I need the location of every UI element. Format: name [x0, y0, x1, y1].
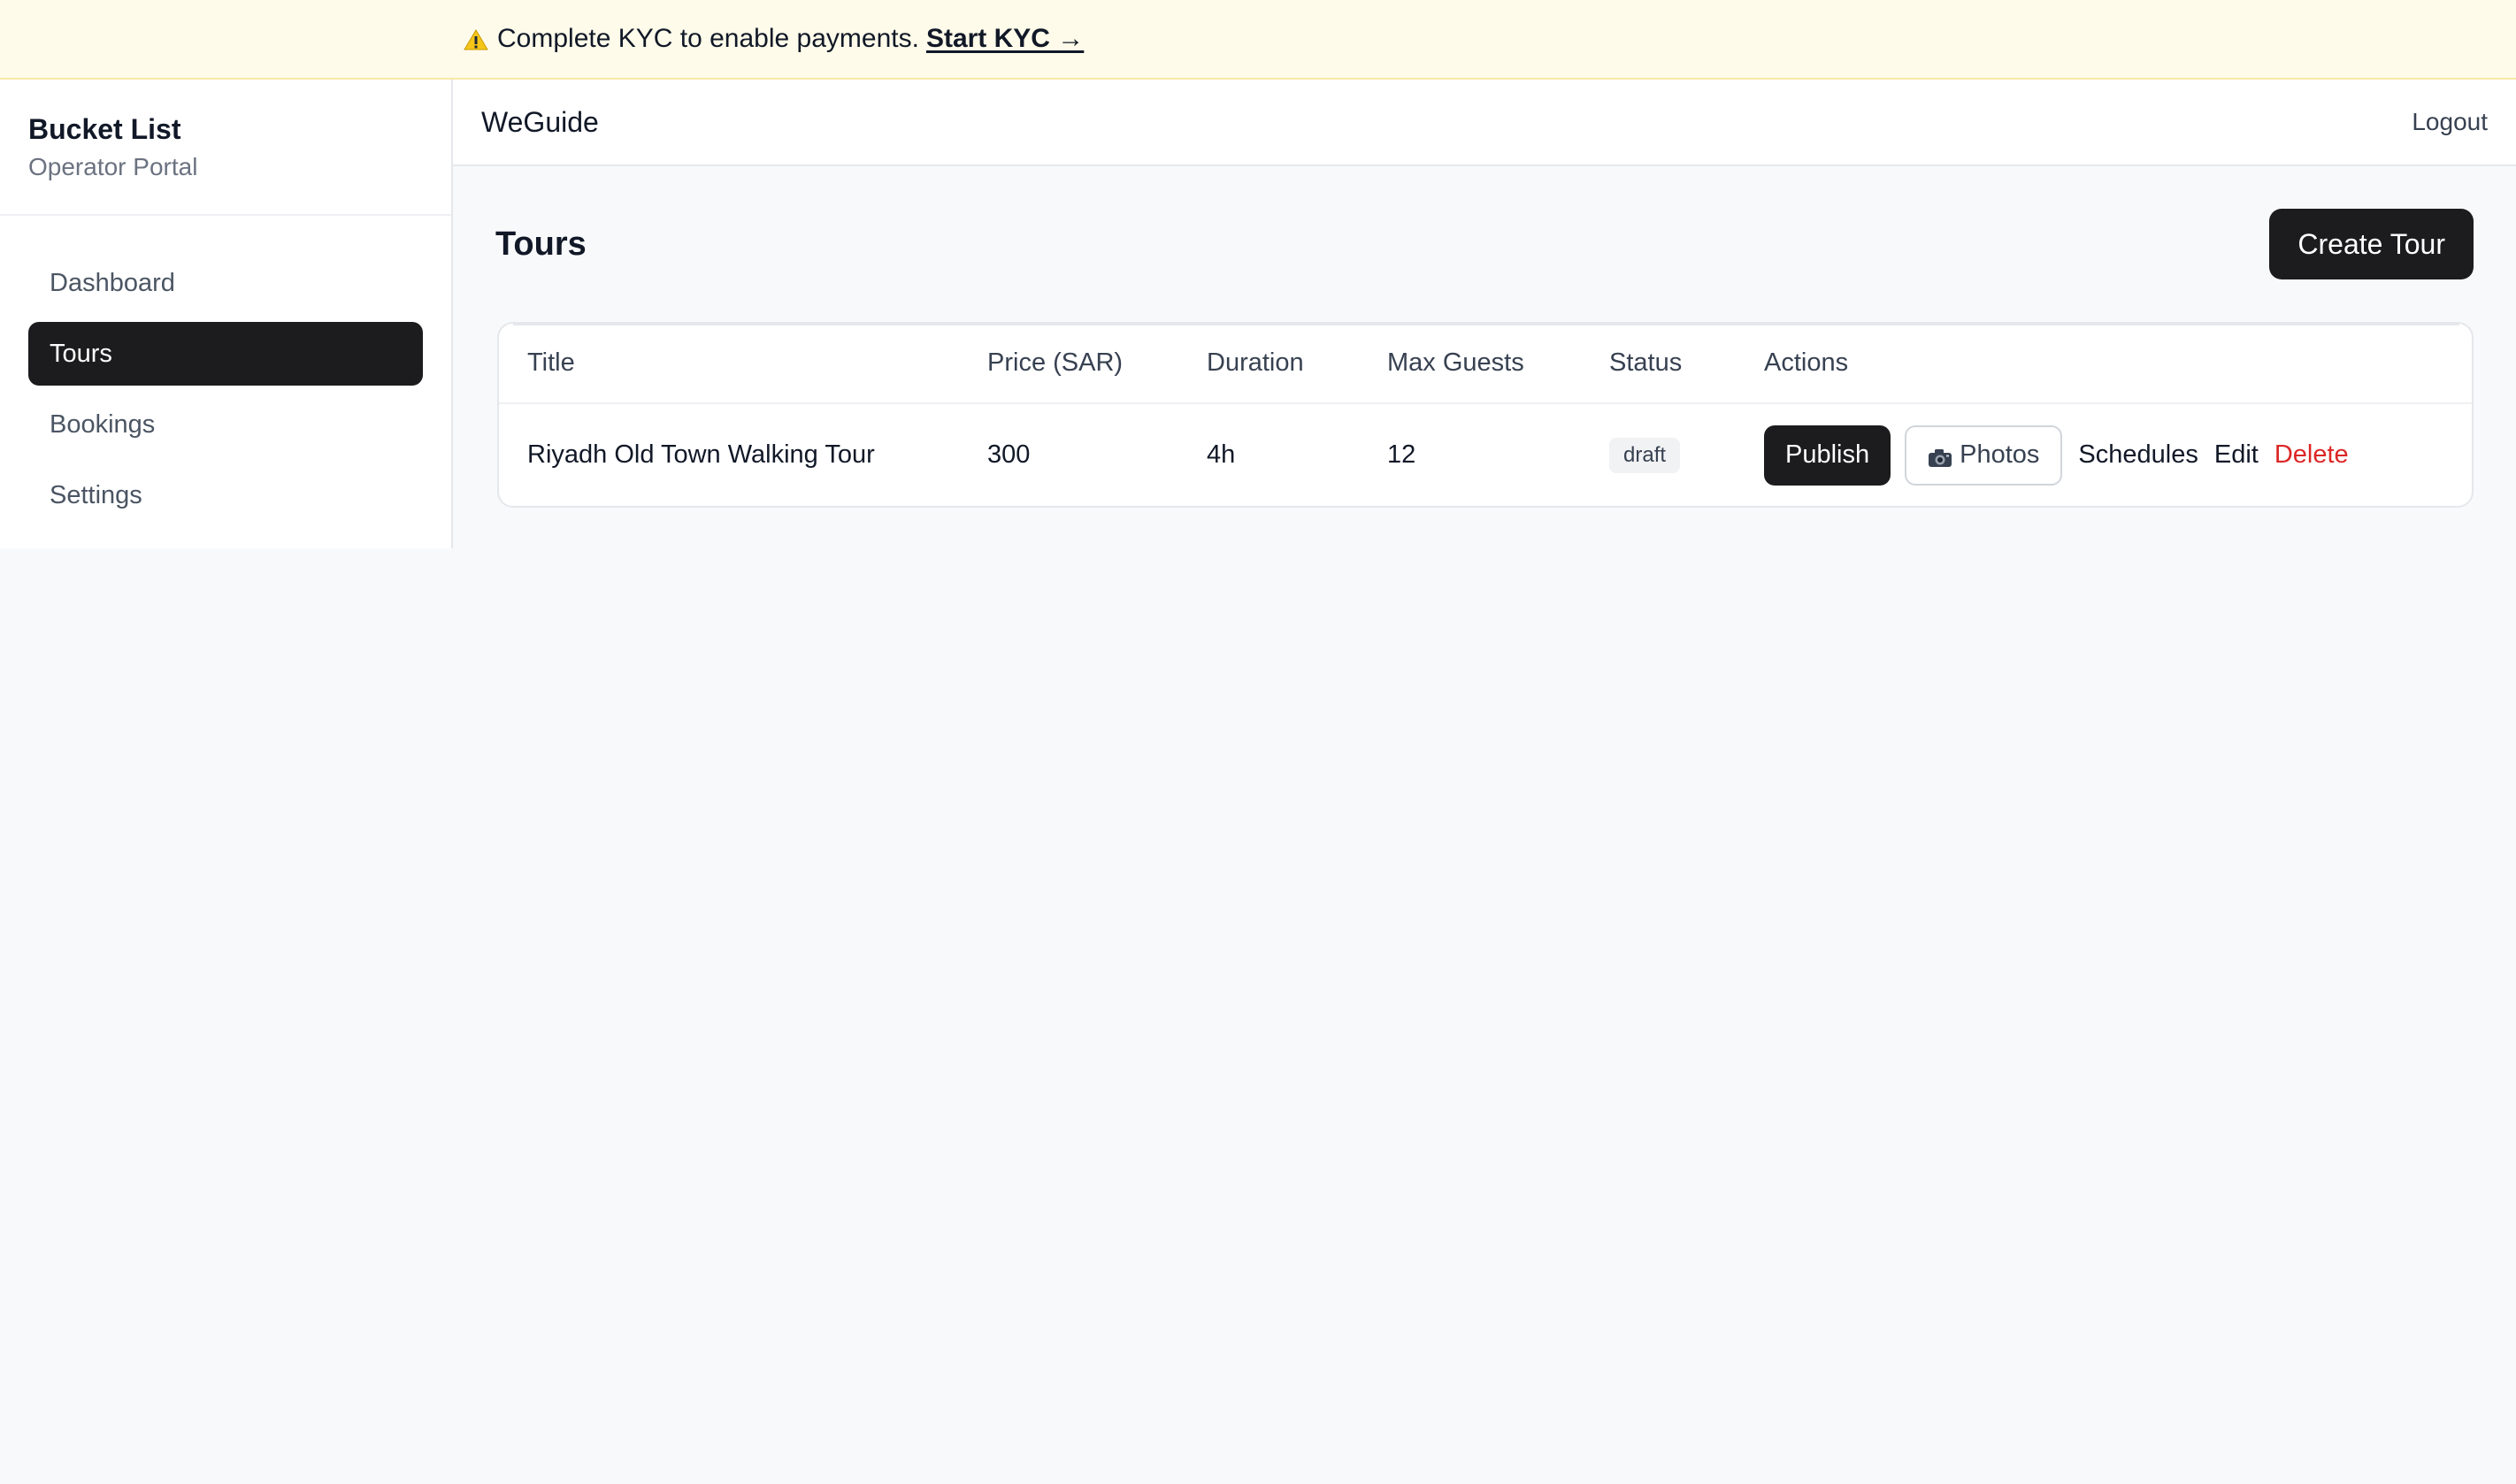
column-header-status: Status	[1581, 324, 1736, 404]
column-header-title: Title	[499, 324, 959, 404]
table-row: Riyadh Old Town Walking Tour 300 4h 12 d…	[499, 403, 2472, 506]
tour-status-cell: draft	[1581, 403, 1736, 506]
tour-max-guests-cell: 12	[1387, 440, 1416, 469]
schedules-link[interactable]: Schedules	[2078, 440, 2198, 470]
start-kyc-link[interactable]: Start KYC →	[926, 24, 1084, 54]
brand-subtitle: Operator Portal	[28, 152, 198, 180]
warning-icon	[464, 28, 488, 51]
page-header: Tours Create Tour	[495, 209, 2474, 279]
tour-actions-cell: Publish Photos Schedules Edit Delete	[1736, 403, 2472, 506]
row-actions: Publish Photos Schedules Edit Delete	[1764, 425, 2472, 486]
tour-title-cell: Riyadh Old Town Walking Tour	[527, 440, 875, 469]
publish-button[interactable]: Publish	[1764, 425, 1891, 486]
column-header-duration: Duration	[1178, 324, 1359, 404]
sidebar-item-dashboard[interactable]: Dashboard	[28, 251, 423, 315]
edit-link[interactable]: Edit	[2214, 440, 2259, 470]
page-title: Tours	[495, 225, 587, 263]
app-name: WeGuide	[481, 105, 599, 138]
sidebar-item-tours[interactable]: Tours	[28, 322, 423, 386]
status-badge: draft	[1609, 437, 1681, 473]
kyc-banner: Complete KYC to enable payments. Start K…	[0, 0, 2516, 80]
column-header-max-guests: Max Guests	[1359, 324, 1581, 404]
sidebar-item-settings[interactable]: Settings	[28, 463, 423, 527]
column-header-actions: Actions	[1736, 324, 2472, 404]
kyc-banner-text: Complete KYC to enable payments.	[497, 24, 919, 53]
brand-title: Bucket List	[28, 113, 181, 145]
sidebar-nav: Dashboard Tours Bookings Settings	[0, 216, 451, 527]
sidebar-item-bookings[interactable]: Bookings	[28, 393, 423, 456]
photos-button-label: Photos	[1960, 440, 2040, 469]
tour-duration-cell: 4h	[1207, 440, 1236, 469]
tour-price-cell: 300	[987, 440, 1031, 469]
sidebar: Bucket List Operator Portal Dashboard To…	[0, 80, 453, 548]
camera-icon	[1928, 446, 1952, 467]
top-bar: WeGuide Logout	[453, 80, 2516, 166]
tours-table-card: Title Price (SAR) Duration Max Guests St…	[497, 322, 2474, 508]
photos-button[interactable]: Photos	[1905, 425, 2063, 486]
column-header-price: Price (SAR)	[959, 324, 1178, 404]
tours-table: Title Price (SAR) Duration Max Guests St…	[499, 324, 2472, 506]
logout-link[interactable]: Logout	[2412, 108, 2488, 136]
table-top-divider	[513, 324, 2459, 325]
delete-link[interactable]: Delete	[2274, 440, 2349, 470]
brand: Bucket List Operator Portal	[0, 80, 451, 216]
create-tour-button[interactable]: Create Tour	[2269, 209, 2474, 279]
table-header-row: Title Price (SAR) Duration Max Guests St…	[499, 324, 2472, 404]
